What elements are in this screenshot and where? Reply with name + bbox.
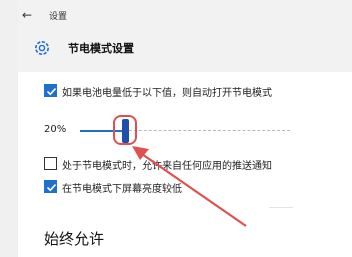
page-title: 节电模式设置 xyxy=(68,42,134,55)
annotation-highlight-circle xyxy=(113,115,137,145)
lower-brightness-label: 在节电模式下屏幕亮度较低 xyxy=(62,184,182,195)
left-edge-strip xyxy=(0,0,18,257)
auto-battery-saver-label: 如果电池电量低于以下值，则自动打开节电模式 xyxy=(62,88,272,99)
back-arrow-icon[interactable]: ← xyxy=(19,8,35,22)
slider-track[interactable] xyxy=(124,130,290,131)
auto-battery-saver-checkbox[interactable] xyxy=(44,84,57,97)
app-title: 设置 xyxy=(49,12,68,22)
checkmark-icon xyxy=(46,88,57,96)
page-header xyxy=(18,0,352,72)
lower-brightness-checkbox[interactable] xyxy=(44,180,57,193)
push-notifications-checkbox[interactable] xyxy=(44,157,57,170)
divider xyxy=(269,207,293,208)
section-title: 始终允许 xyxy=(44,230,105,248)
gear-icon xyxy=(35,41,49,55)
push-notifications-label: 处于节电模式时，允许来自任何应用的推送通知 xyxy=(62,161,272,172)
checkmark-icon xyxy=(46,184,57,192)
threshold-value: 20% xyxy=(44,124,67,135)
